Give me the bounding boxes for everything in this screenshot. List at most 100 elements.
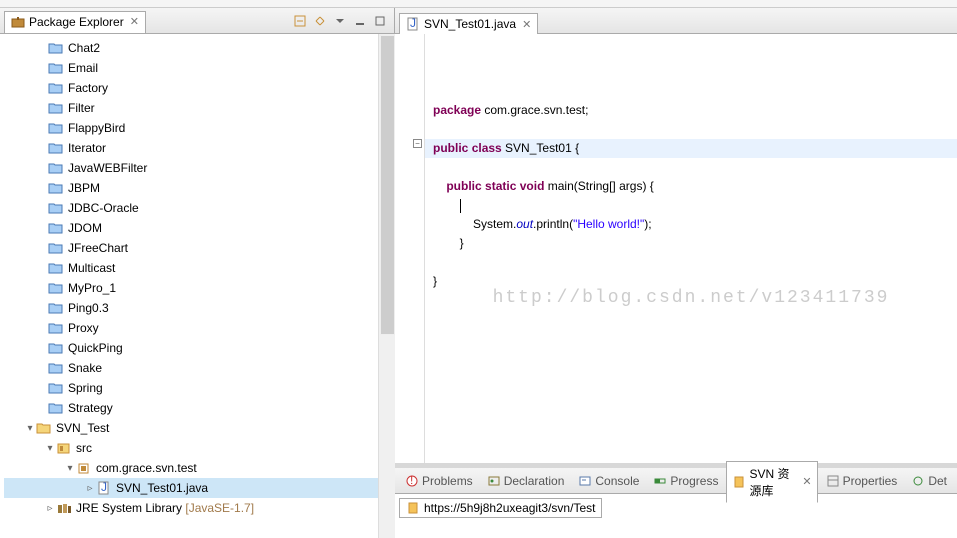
repo-icon [406,501,420,515]
watermark-text: http://blog.csdn.net/v123411739 [425,289,957,308]
maximize-button[interactable] [372,13,388,29]
tree-item[interactable]: Chat2 [4,38,394,58]
twisty-icon[interactable]: ▹ [44,503,56,514]
tab-svn-repo[interactable]: SVN 资源库 ✕ [726,461,817,503]
project-icon [36,421,52,435]
tree-item[interactable]: JBPM [4,178,394,198]
link-editor-button[interactable] [312,13,328,29]
tab-properties[interactable]: Properties [820,470,904,492]
tree-item[interactable]: Multicast [4,258,394,278]
twisty-icon[interactable]: ▹ [84,483,96,494]
tree-item-label: Email [68,61,98,75]
folder-icon [48,41,64,55]
scroll-thumb[interactable] [380,35,395,335]
tree-item[interactable]: Ping0.3 [4,298,394,318]
tree-item[interactable]: Spring [4,378,394,398]
folder-icon [48,141,64,155]
tree-item[interactable]: Snake [4,358,394,378]
tree-item[interactable]: FlappyBird [4,118,394,138]
tree-item[interactable]: Strategy [4,398,394,418]
editor-tab[interactable]: J SVN_Test01.java ✕ [399,13,538,34]
view-menu-button[interactable] [332,13,348,29]
tree-item-label: Filter [68,101,95,115]
folder-icon [48,281,64,295]
tree-item[interactable]: Factory [4,78,394,98]
tree-item-label: JRE System Library [JavaSE-1.7] [76,501,254,515]
tree-item[interactable]: QuickPing [4,338,394,358]
properties-icon [826,474,840,488]
lib-icon [56,501,72,515]
minimize-button[interactable] [352,13,368,29]
fold-toggle-icon[interactable]: − [413,139,422,148]
tree-item[interactable]: ▹ JRE System Library [JavaSE-1.7] [4,498,394,518]
tree-item[interactable]: ▾SVN_Test [4,418,394,438]
folder-icon [48,261,64,275]
tree-item-label: JBPM [68,181,100,195]
package-icon [76,461,92,475]
collapse-all-button[interactable] [292,13,308,29]
tree-item-label: JavaWEBFilter [68,161,147,175]
main-toolbar [0,0,957,8]
folder-icon [48,361,64,375]
folder-icon [48,121,64,135]
tree-item[interactable]: ▾ src [4,438,394,458]
folder-icon [48,401,64,415]
twisty-icon[interactable]: ▾ [24,423,36,434]
tree-item[interactable]: JavaWEBFilter [4,158,394,178]
tree-item[interactable]: Email [4,58,394,78]
tree-item-label: Spring [68,381,103,395]
code-area[interactable]: package com.grace.svn.test; public class… [425,34,957,463]
editor-body[interactable]: − package com.grace.svn.test; public cla… [395,34,957,463]
svn-url-item[interactable]: https://5h9j8h2uxeagit3/svn/Test [399,498,602,518]
tree-item-label: Ping0.3 [68,301,109,315]
tree-item[interactable]: JDBC-Oracle [4,198,394,218]
tab-declaration[interactable]: Declaration [481,470,571,492]
close-icon[interactable]: ✕ [130,15,139,28]
tree-item-label: QuickPing [68,341,123,355]
folder-icon [48,301,64,315]
tree-item-label: Chat2 [68,41,100,55]
folder-icon [48,81,64,95]
package-explorer-tab[interactable]: Package Explorer ✕ [4,11,146,33]
close-tab-icon[interactable]: ✕ [522,18,531,31]
folder-icon [48,181,64,195]
tab-problems[interactable]: ! Problems [399,470,479,492]
java-file-icon: J [406,17,420,31]
tree-item-label: JDBC-Oracle [68,201,139,215]
twisty-icon[interactable]: ▾ [44,443,56,454]
tree-item-label: Proxy [68,321,99,335]
editor-panel: J SVN_Test01.java ✕ − package com.grace.… [395,8,957,538]
tree-item[interactable]: ▹JSVN_Test01.java [4,478,394,498]
package-explorer-icon [11,15,25,29]
svg-text:J: J [101,481,107,494]
tab-console[interactable]: Console [572,470,645,492]
editor-ruler[interactable]: − [395,34,425,463]
declaration-icon [487,474,501,488]
tab-progress[interactable]: Progress [647,470,724,492]
console-icon [578,474,592,488]
twisty-icon[interactable]: ▾ [64,463,76,474]
package-tree[interactable]: Chat2 Email Factory Filter FlappyBird Iterato… [0,34,394,538]
svn-icon [732,475,746,489]
svg-text:!: ! [410,474,413,487]
svn-url-text: https://5h9j8h2uxeagit3/svn/Test [424,501,595,515]
package-explorer-tabbar: Package Explorer ✕ [0,8,394,34]
problems-icon: ! [405,474,419,488]
tree-item[interactable]: MyPro_1 [4,278,394,298]
tree-item-label: JDOM [68,221,102,235]
tab-det[interactable]: Det [905,470,953,492]
tree-item[interactable]: Filter [4,98,394,118]
tree-item-label: src [76,441,92,455]
package-explorer-panel: Package Explorer ✕ Chat2 Email Factory Filt… [0,8,395,538]
close-svn-tab-icon[interactable]: ✕ [802,475,811,488]
tree-item[interactable]: JDOM [4,218,394,238]
tree-item-label: FlappyBird [68,121,125,135]
left-scrollbar[interactable] [378,34,395,538]
tree-item[interactable]: Proxy [4,318,394,338]
tree-item-label: Multicast [68,261,115,275]
tree-item[interactable]: ▾ com.grace.svn.test [4,458,394,478]
tree-item-label: com.grace.svn.test [96,461,197,475]
tree-item[interactable]: JFreeChart [4,238,394,258]
tree-item-label: MyPro_1 [68,281,116,295]
tree-item[interactable]: Iterator [4,138,394,158]
